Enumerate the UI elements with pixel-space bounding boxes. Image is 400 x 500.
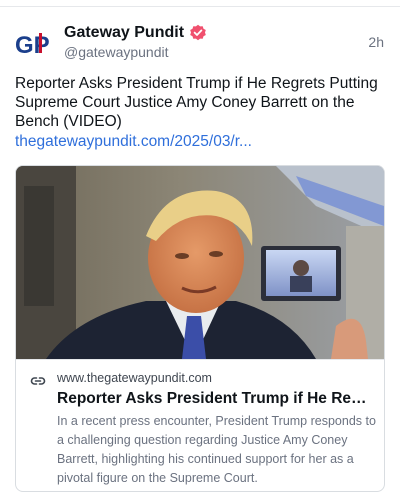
display-name[interactable]: Gateway Pundit bbox=[64, 24, 184, 42]
card-thumbnail-image[interactable] bbox=[16, 166, 384, 359]
name-row: Gateway Pundit bbox=[64, 23, 207, 43]
card-description: In a recent press encounter, President T… bbox=[57, 414, 376, 485]
post-link[interactable]: thegatewaypundit.com/2025/03/r... bbox=[15, 132, 387, 151]
handle[interactable]: @gatewaypundit bbox=[64, 44, 169, 60]
verified-badge-icon bbox=[189, 24, 207, 42]
avatar[interactable]: GP bbox=[14, 24, 54, 64]
card-domain: www.thegatewaypundit.com bbox=[57, 371, 212, 385]
timestamp[interactable]: 2h bbox=[368, 34, 384, 50]
post-text: Reporter Asks President Trump if He Regr… bbox=[15, 75, 378, 130]
post[interactable]: GP Gateway Pundit @gatewaypundit 2h Repo… bbox=[0, 7, 400, 500]
card-body[interactable]: www.thegatewaypundit.com Reporter Asks P… bbox=[16, 359, 384, 491]
avatar-logo-text: GP bbox=[15, 32, 50, 59]
card-title[interactable]: Reporter Asks President Trump if He Regr… bbox=[57, 389, 375, 408]
link-icon bbox=[30, 373, 46, 389]
link-preview-card[interactable]: www.thegatewaypundit.com Reporter Asks P… bbox=[15, 165, 385, 492]
